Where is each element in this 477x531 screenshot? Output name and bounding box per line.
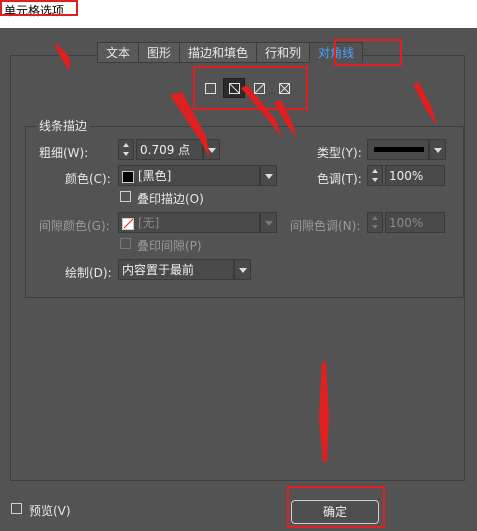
overprint-stroke-label: 叠印描边(O)	[137, 192, 204, 206]
color-select[interactable]: [黑色]	[118, 165, 260, 186]
weight-label: 粗细(W):	[39, 146, 89, 160]
annotation-box-tab	[334, 39, 402, 66]
tab-stroke-fill[interactable]: 描边和填色	[179, 42, 258, 63]
weight-stepper[interactable]	[118, 139, 134, 160]
tab-text[interactable]: 文本	[97, 42, 140, 63]
tab-bar: 文本 图形 描边和填色 行和列 对角线	[97, 42, 364, 63]
tab-graphic[interactable]: 图形	[138, 42, 181, 63]
tint-input[interactable]: 100%	[385, 165, 445, 186]
solid-line-swatch	[374, 147, 424, 152]
tab-rows-columns[interactable]: 行和列	[256, 42, 311, 63]
weight-dropdown-button[interactable]	[203, 139, 220, 160]
gap-tint-input[interactable]: 100%	[385, 212, 445, 233]
type-dropdown-button[interactable]	[429, 139, 446, 160]
overprint-gap-checkbox[interactable]	[120, 238, 131, 249]
annotation-box-diagonal	[193, 66, 308, 110]
gap-color-label: 间隙颜色(G):	[39, 219, 110, 233]
color-dropdown-button[interactable]	[260, 165, 277, 186]
none-swatch-icon	[122, 217, 134, 230]
gap-color-select[interactable]: [无]	[118, 212, 260, 233]
gap-tint-stepper[interactable]	[367, 212, 383, 233]
weight-input[interactable]: 0.709 点	[136, 139, 203, 160]
line-stroke-group-title: 线条描边	[36, 117, 91, 134]
gap-tint-label: 间隙色调(N):	[290, 219, 361, 233]
preview-checkbox[interactable]	[11, 503, 22, 514]
color-value: [黑色]	[138, 169, 172, 183]
tint-stepper[interactable]	[367, 165, 383, 186]
preview-label: 预览(V)	[29, 504, 71, 518]
draw-label: 绘制(D):	[65, 266, 112, 280]
annotation-box-title	[0, 0, 78, 16]
overprint-gap-label: 叠印间隙(P)	[137, 239, 202, 253]
overprint-stroke-checkbox[interactable]	[120, 191, 131, 202]
gap-color-value: [无]	[138, 216, 160, 230]
type-label: 类型(Y):	[317, 146, 362, 160]
annotation-box-ok	[287, 486, 385, 528]
black-swatch-icon	[122, 170, 134, 183]
tint-label: 色调(T):	[317, 172, 362, 186]
color-label: 颜色(C):	[65, 172, 111, 186]
draw-dropdown-button[interactable]	[234, 259, 251, 280]
draw-select[interactable]: 内容置于最前	[118, 259, 234, 280]
gap-color-dropdown-button[interactable]	[260, 212, 277, 233]
type-select[interactable]	[367, 139, 429, 160]
